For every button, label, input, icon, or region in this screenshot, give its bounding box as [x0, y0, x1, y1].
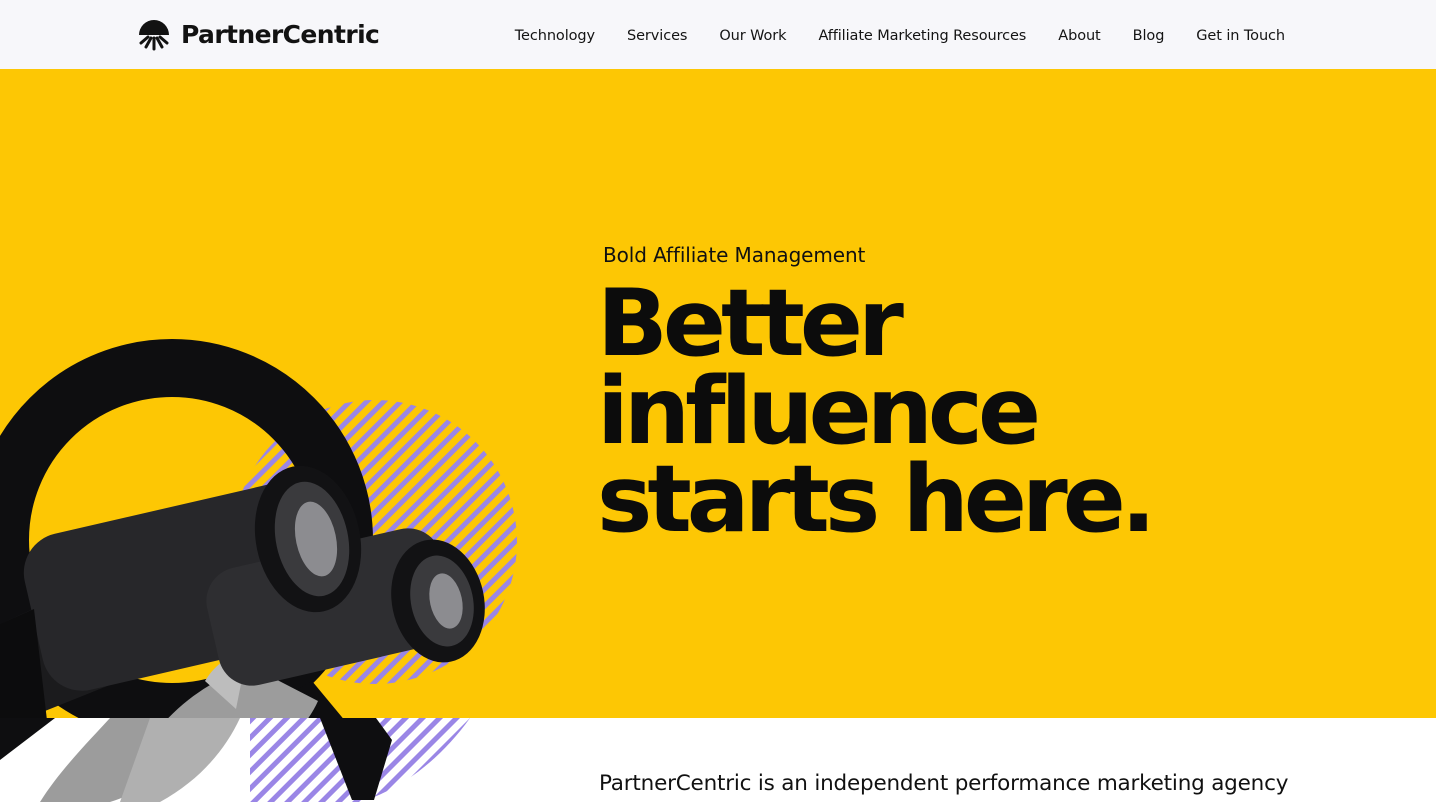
headline-line-3: starts here.	[597, 445, 1156, 553]
nav-link-our-work[interactable]: Our Work	[719, 28, 786, 44]
nav-item-technology: Technology	[515, 25, 595, 44]
nav-link-services[interactable]: Services	[627, 28, 687, 44]
hero-illustration-overflow	[0, 718, 470, 802]
nav-link-about[interactable]: About	[1058, 28, 1100, 44]
main-nav: Technology Services Our Work Affiliate M…	[483, 0, 1285, 69]
hero-illustration	[0, 339, 517, 718]
nav-link-get-in-touch[interactable]: Get in Touch	[1196, 28, 1285, 44]
nav-item-contact: Get in Touch	[1196, 25, 1285, 44]
nav-link-resources[interactable]: Affiliate Marketing Resources	[818, 28, 1026, 44]
brand-name: PartnerCentric	[181, 19, 380, 49]
headline-line-1: Better	[597, 269, 904, 377]
nav-link-technology[interactable]: Technology	[515, 28, 595, 44]
nav-item-our-work: Our Work	[719, 25, 786, 44]
headline-line-2: influence	[597, 357, 1041, 465]
brand-logo[interactable]: PartnerCentric	[136, 14, 380, 54]
hero-headline: Better influence starts here.	[597, 269, 1156, 553]
nav-item-services: Services	[627, 25, 687, 44]
nav-item-resources: Affiliate Marketing Resources	[818, 25, 1026, 44]
nav-item-blog: Blog	[1133, 25, 1165, 44]
sunrise-logo-icon	[139, 20, 169, 51]
intro-text: PartnerCentric is an independent perform…	[599, 771, 1289, 796]
hero-section: Bold Affiliate Management Better influen…	[0, 69, 1436, 718]
hero-eyebrow: Bold Affiliate Management	[603, 243, 866, 267]
site-header: PartnerCentric Technology Services Our W…	[0, 0, 1436, 69]
nav-item-about: About	[1058, 25, 1100, 44]
nav-link-blog[interactable]: Blog	[1133, 28, 1165, 44]
